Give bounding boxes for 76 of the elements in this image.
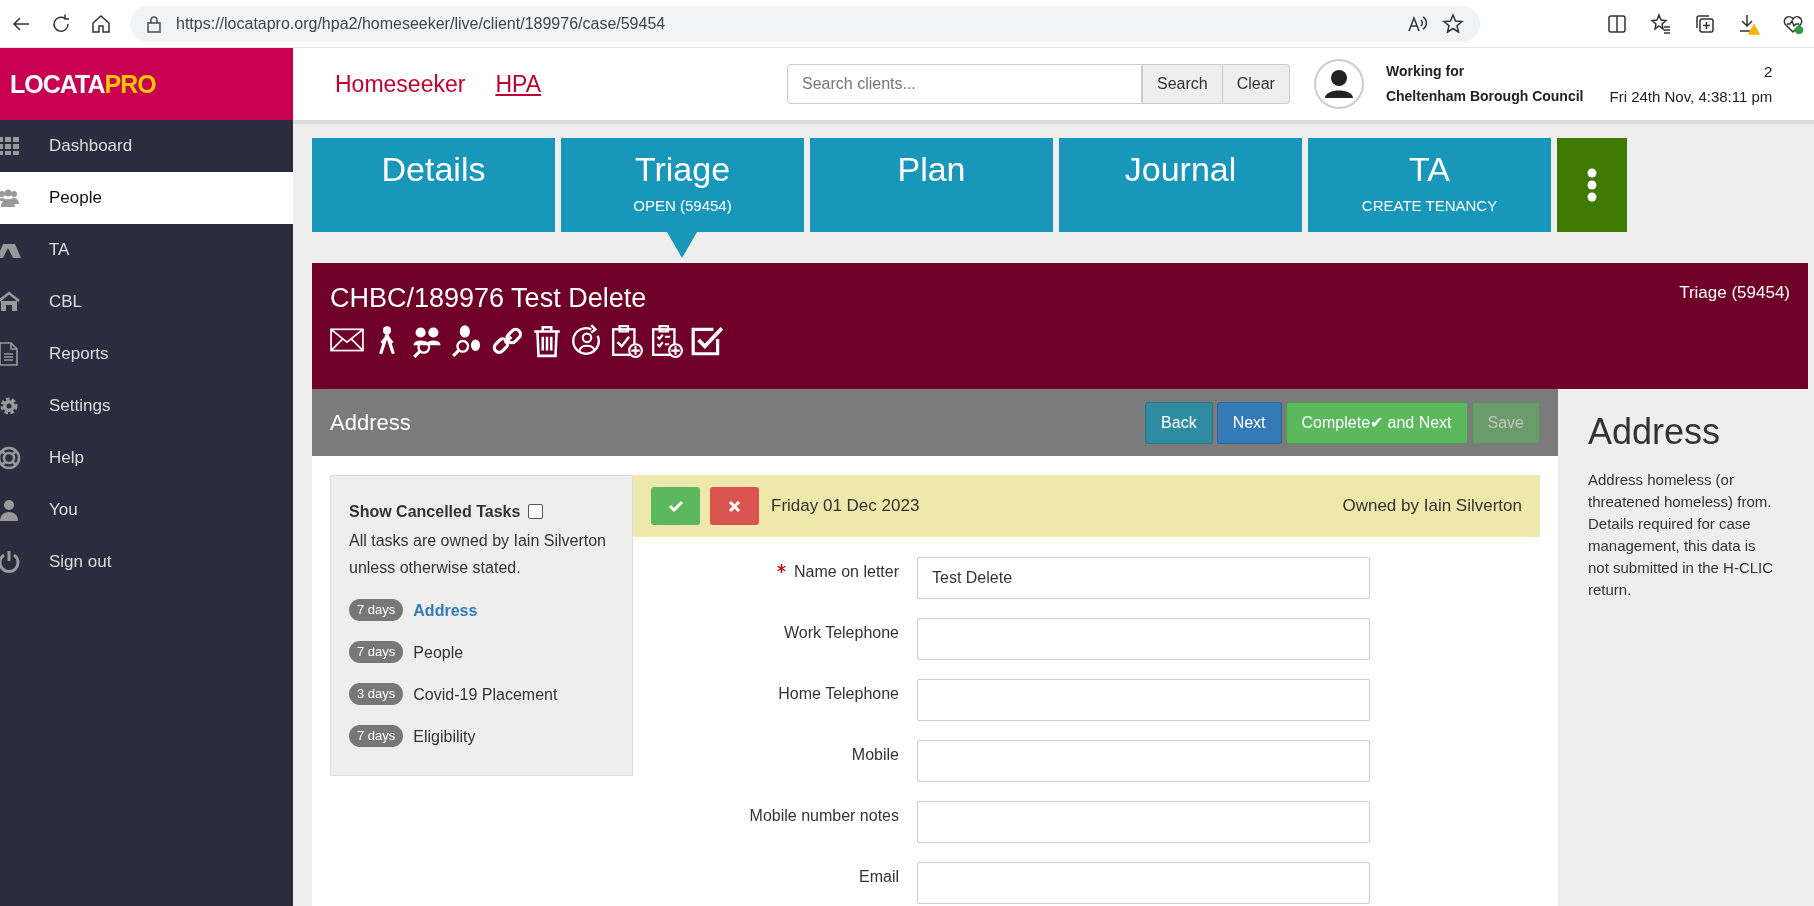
council-name: Cheltenham Borough Council <box>1385 87 1584 106</box>
field-label: Mobile number notes <box>749 807 899 824</box>
url-text: https://locatapro.org/hpa2/homeseeker/live/client/189976/case/59454 <box>176 14 667 33</box>
grid-icon <box>0 134 21 158</box>
lifebuoy-icon <box>0 446 21 470</box>
clipboard-plus-icon[interactable] <box>610 324 644 358</box>
clear-button[interactable]: Clear <box>1222 64 1290 104</box>
task-date: Friday 01 Dec 2023 <box>771 496 920 516</box>
task-owner: Owned by Iain Silverton <box>1342 496 1522 516</box>
lock-icon <box>146 14 162 33</box>
task-link[interactable]: Address <box>413 596 478 624</box>
sidebar-item[interactable]: CBL <box>0 276 293 328</box>
favorites-icon[interactable] <box>1650 12 1672 35</box>
checkbox-icon[interactable] <box>690 324 724 358</box>
show-cancelled-label: Show Cancelled Tasks <box>349 502 521 522</box>
input-field[interactable] <box>917 801 1370 843</box>
house-icon <box>0 290 21 314</box>
app-title: Homeseeker <box>335 70 466 98</box>
checkbox[interactable] <box>528 504 544 519</box>
field-label: Work Telephone <box>783 624 899 641</box>
more-button[interactable] <box>1557 138 1627 232</box>
close-icon <box>728 499 741 513</box>
task-link[interactable]: Covid-19 Placement <box>413 680 558 708</box>
task-link[interactable]: Eligibility <box>413 722 476 750</box>
power-icon <box>0 550 21 574</box>
date-time: Fri 24th Nov, 4:38:11 pm <box>1609 87 1773 107</box>
field-label: Name on letter <box>794 563 899 580</box>
download-warning-icon[interactable] <box>1738 12 1760 35</box>
next-button[interactable]: Next <box>1216 401 1282 444</box>
field-label: Home Telephone <box>778 685 899 702</box>
sidebar-item[interactable]: People <box>0 172 293 224</box>
tasks-note: All tasks are owned by Iain Silverton unless otherwise stated. <box>349 531 607 578</box>
sidebar-item[interactable]: Settings <box>0 380 293 432</box>
task-link[interactable]: People <box>413 638 464 666</box>
help-text: Address homeless (or threatened homeless) from. Details required for case management, this data is not submitted in the H-CLIC return. <box>1588 470 1775 600</box>
field-label: Mobile <box>851 746 899 763</box>
nav-link[interactable]: HPA <box>495 70 541 98</box>
working-for-label: Working for <box>1385 62 1466 81</box>
split-screen-icon[interactable] <box>1606 12 1628 35</box>
refresh-icon[interactable] <box>50 12 72 35</box>
notification-count: 2 <box>1763 62 1773 82</box>
home-icon[interactable] <box>90 12 112 35</box>
search-field[interactable]: Search clients... <box>787 64 1142 104</box>
case-stage: Triage (59454) <box>1679 283 1790 304</box>
field-label: Email <box>859 868 899 885</box>
collections-icon[interactable] <box>1694 12 1716 35</box>
vertical-dots-icon <box>1586 168 1598 202</box>
case-title: CHBC/189976 Test Delete <box>330 283 648 314</box>
sidebar-item[interactable]: Reports <box>0 328 293 380</box>
logo: LOCATAPRO <box>0 48 293 120</box>
input-field[interactable]: Test Delete <box>917 557 1370 599</box>
sidebar-item[interactable]: Help <box>0 432 293 484</box>
document-icon <box>0 342 21 366</box>
days-badge: 7 days <box>349 599 404 621</box>
input-field[interactable] <box>917 740 1370 782</box>
help-title: Address <box>1588 411 1722 453</box>
avatar-icon[interactable] <box>1313 59 1364 109</box>
star-icon[interactable] <box>1442 12 1464 35</box>
user-icon <box>0 498 21 522</box>
search-button[interactable]: Search <box>1142 64 1223 104</box>
sidebar-item[interactable]: You <box>0 484 293 536</box>
input-field[interactable] <box>917 862 1370 904</box>
reject-button[interactable] <box>710 487 759 525</box>
days-badge: 3 days <box>349 683 404 705</box>
back-button[interactable]: Back <box>1145 401 1213 444</box>
address-bar[interactable]: https://locatapro.org/hpa2/homeseeker/live/client/189976/case/59454 <box>130 5 1480 42</box>
days-badge: 7 days <box>349 725 404 747</box>
input-field[interactable] <box>917 618 1370 660</box>
input-field[interactable] <box>917 679 1370 721</box>
clipboard-list-plus-icon[interactable] <box>650 324 684 358</box>
sidebar-item[interactable]: TA <box>0 224 293 276</box>
section-title: Address <box>330 409 412 436</box>
check-icon <box>667 499 684 513</box>
sidebar-item[interactable]: Dashboard <box>0 120 293 172</box>
sidebar-item[interactable]: Sign out <box>0 536 293 588</box>
days-badge: 7 days <box>349 641 404 663</box>
